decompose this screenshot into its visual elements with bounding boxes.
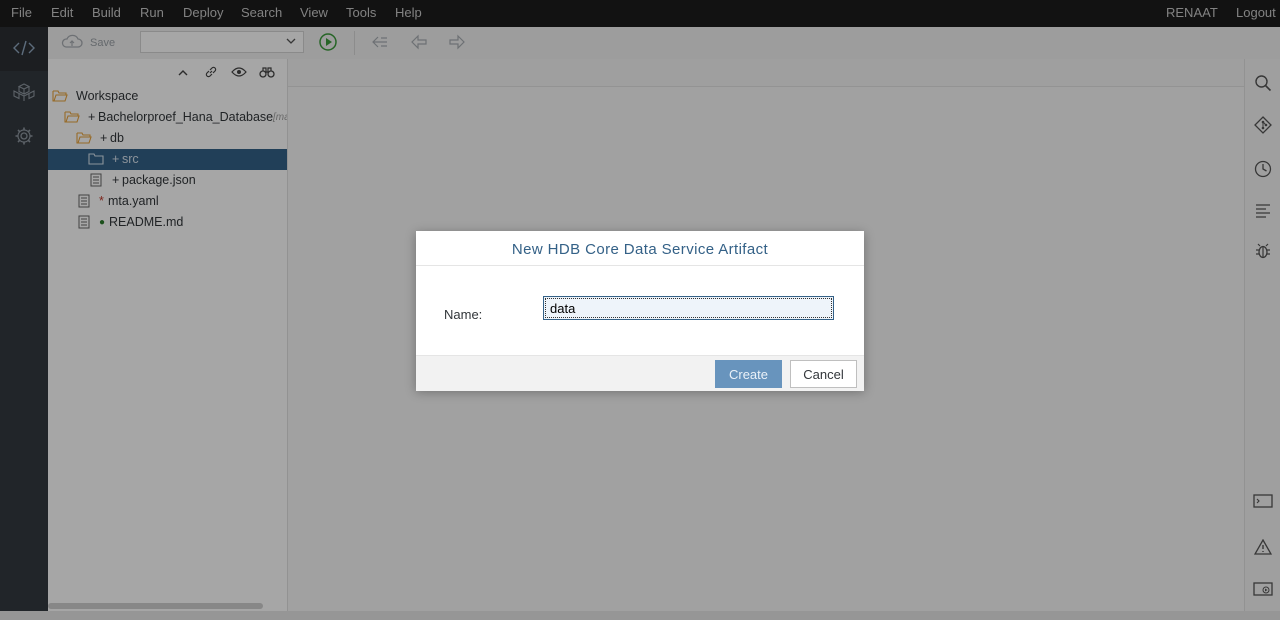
dialog-footer: Create Cancel <box>416 355 864 391</box>
create-button[interactable]: Create <box>715 360 782 388</box>
dialog-title: New HDB Core Data Service Artifact <box>416 231 864 266</box>
new-cds-artifact-dialog: New HDB Core Data Service Artifact Name:… <box>416 231 864 391</box>
cancel-button[interactable]: Cancel <box>790 360 857 388</box>
name-label: Name: <box>444 307 483 322</box>
artifact-name-input[interactable] <box>543 296 834 320</box>
